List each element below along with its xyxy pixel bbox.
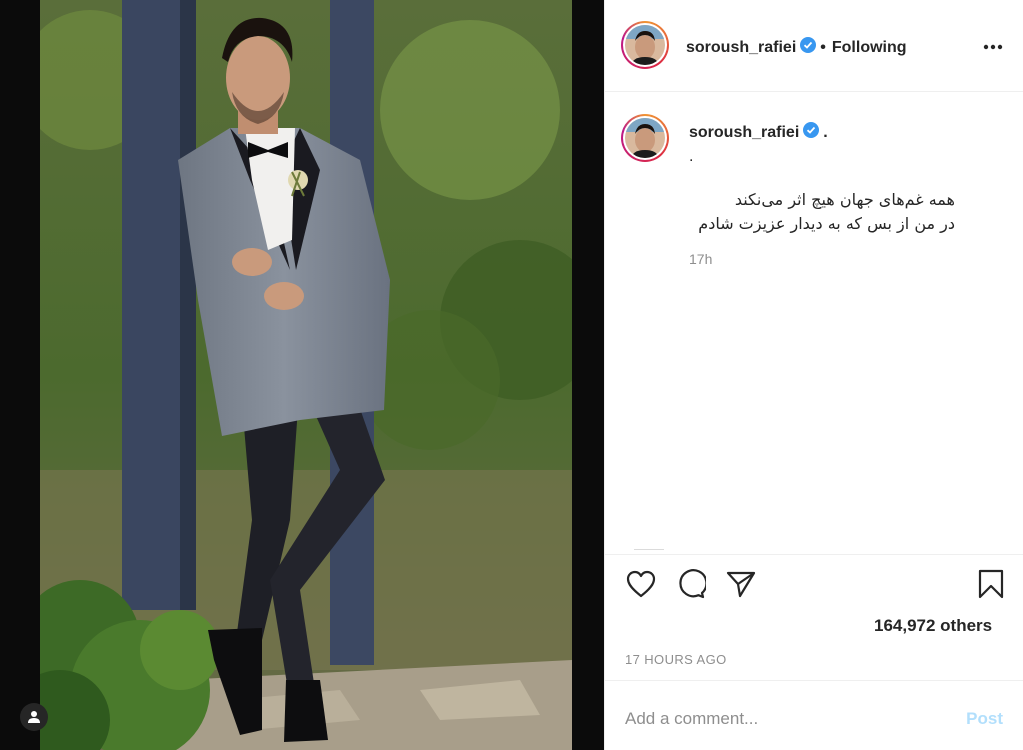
scroll-indicator bbox=[634, 549, 664, 550]
caption-username[interactable]: soroush_rafiei bbox=[689, 124, 799, 142]
post-photo[interactable] bbox=[0, 0, 604, 750]
user-tag-button[interactable] bbox=[20, 703, 48, 731]
author-avatar[interactable] bbox=[621, 21, 669, 69]
like-button[interactable] bbox=[624, 569, 658, 603]
author-username[interactable]: soroush_rafiei bbox=[686, 39, 796, 57]
comments-section[interactable]: soroush_rafiei . . همه غم‌های جهان هیچ ا… bbox=[605, 92, 1023, 554]
post-comment-button[interactable]: Post bbox=[966, 709, 1003, 729]
bookmark-icon bbox=[978, 569, 1004, 604]
share-icon bbox=[726, 570, 756, 603]
add-comment-bar: Post bbox=[605, 680, 1023, 750]
verified-icon bbox=[803, 122, 820, 143]
header-separator: • bbox=[820, 38, 826, 56]
comment-input[interactable] bbox=[625, 701, 945, 737]
caption-line: در من از بس که به دیدار عزیزت شادم bbox=[698, 214, 955, 233]
post-actions: 164,972 others 17 HOURS AGO bbox=[605, 554, 1023, 681]
post-sidebar: soroush_rafiei • Following soroush_rafie… bbox=[604, 0, 1023, 750]
following-button[interactable]: Following bbox=[832, 39, 907, 57]
share-button[interactable] bbox=[724, 569, 758, 603]
post-timestamp[interactable]: 17 HOURS AGO bbox=[625, 652, 727, 667]
caption-dot-line: . bbox=[689, 148, 694, 165]
save-button[interactable] bbox=[974, 569, 1008, 603]
post-header: soroush_rafiei • Following bbox=[605, 0, 1023, 92]
caption-line: همه غم‌های جهان هیچ اثر می‌نکند bbox=[734, 190, 955, 209]
comment-button[interactable] bbox=[674, 568, 708, 604]
user-tag-icon bbox=[27, 710, 41, 724]
caption-text: همه غم‌های جهان هیچ اثر می‌نکند در من از… bbox=[689, 188, 955, 236]
likes-count[interactable]: 164,972 others bbox=[874, 616, 992, 636]
more-options-icon bbox=[983, 37, 1003, 55]
caption-dot: . bbox=[823, 123, 828, 141]
more-options-button[interactable] bbox=[981, 36, 1005, 56]
comment-icon bbox=[676, 568, 708, 604]
caption-avatar[interactable] bbox=[621, 114, 669, 162]
avatar-image bbox=[625, 118, 665, 158]
heart-icon bbox=[626, 570, 656, 603]
avatar-image bbox=[625, 25, 665, 65]
caption-time[interactable]: 17h bbox=[689, 251, 712, 267]
verified-icon bbox=[800, 37, 817, 58]
photo-image bbox=[0, 0, 604, 750]
